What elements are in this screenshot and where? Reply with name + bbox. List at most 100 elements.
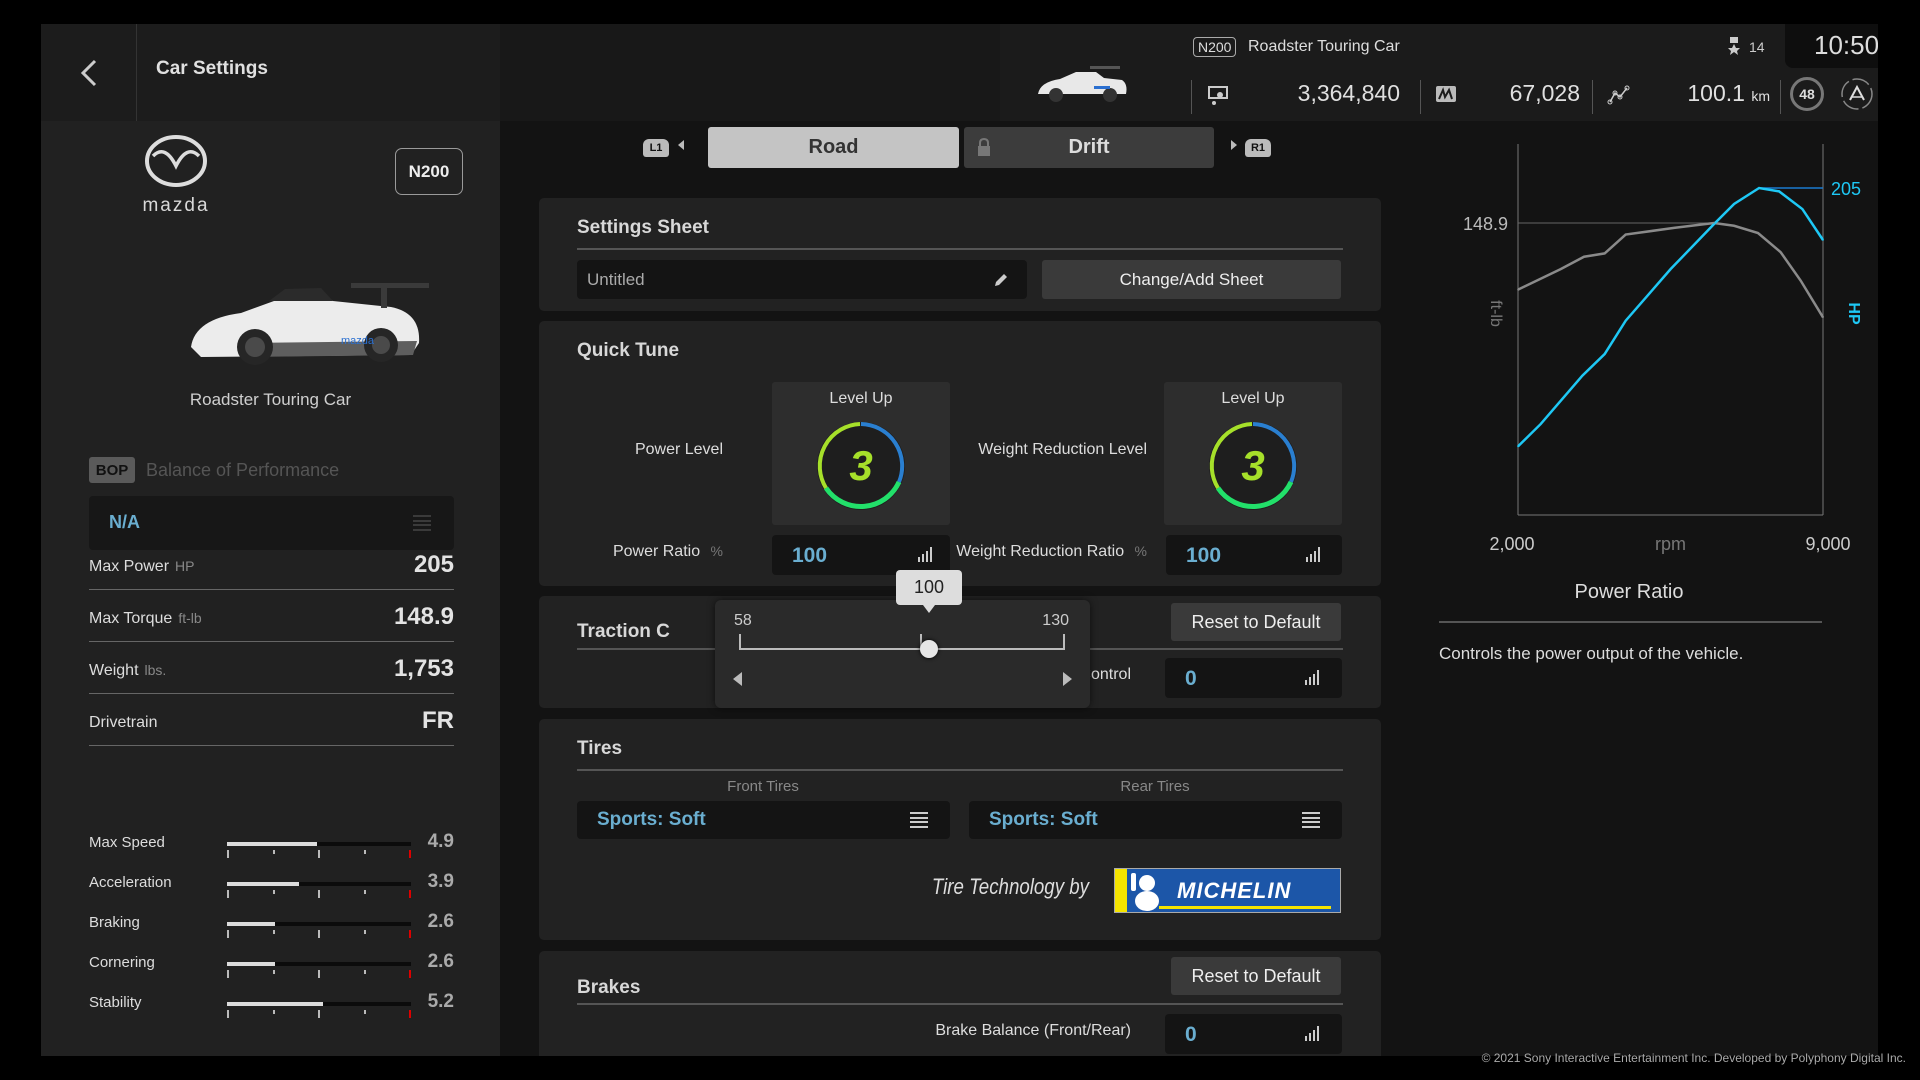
slider-min-label: 58	[734, 612, 752, 629]
distance-graph-icon	[1607, 85, 1630, 105]
performance-tick	[273, 970, 275, 974]
front-tires-dropdown[interactable]: Sports: Soft	[577, 801, 950, 839]
adjust-bars-icon	[1305, 670, 1319, 685]
spec-row: Max Torque ft-lb 148.9	[89, 590, 454, 642]
slider-decrease-icon[interactable]	[733, 672, 742, 686]
traction-reset-button[interactable]: Reset to Default	[1171, 603, 1341, 641]
tab-drift[interactable]: Drift	[964, 127, 1214, 168]
torque-point	[1583, 255, 1585, 258]
torque-point	[1559, 268, 1562, 270]
performance-bar	[227, 882, 411, 898]
x-axis-label: rpm	[1655, 534, 1686, 554]
l1-button-icon[interactable]: L1	[643, 139, 669, 157]
traction-control-input[interactable]: 0	[1165, 658, 1342, 698]
brake-balance-label: Brake Balance (Front/Rear)	[935, 1022, 1131, 1039]
performance-tick	[273, 890, 275, 894]
performance-bar	[227, 1002, 411, 1018]
hp-point	[1758, 187, 1760, 189]
performance-value: 3.9	[427, 871, 454, 892]
brakes-reset-button[interactable]: Reset to Default	[1171, 957, 1341, 995]
back-button[interactable]	[41, 24, 137, 121]
performance-tick	[273, 1010, 275, 1014]
performance-tick	[273, 850, 275, 854]
performance-value: 5.2	[427, 991, 454, 1012]
performance-tick	[318, 890, 320, 898]
performance-tick	[273, 930, 275, 934]
brake-balance-input[interactable]: 0	[1165, 1014, 1342, 1054]
car-name: Roadster Touring Car	[189, 390, 352, 409]
weight-ratio-value: 100	[1186, 544, 1222, 567]
brakes-panel: Brakes Reset to Default Brake Balance (F…	[539, 951, 1381, 1056]
power-level-value: 3	[849, 442, 872, 489]
divider	[1191, 80, 1192, 114]
slider-track[interactable]	[739, 648, 1065, 650]
weight-level-gauge: 3	[1209, 422, 1297, 510]
app-window: Car Settings N200 Roadster Touring Car 3…	[41, 24, 1878, 1056]
adjust-bars-icon	[918, 547, 932, 562]
performance-value: 2.6	[427, 911, 454, 932]
torque-point	[1673, 227, 1675, 229]
clock: 10:50	[1814, 30, 1878, 60]
hp-point	[1778, 190, 1780, 193]
chevron-left-icon	[80, 59, 96, 86]
rear-tires-dropdown[interactable]: Sports: Soft	[969, 801, 1342, 839]
slider-increase-icon[interactable]	[1063, 672, 1072, 686]
driver-rating-icon[interactable]	[1840, 77, 1874, 111]
weight-ratio-text: Weight Reduction Ratio	[956, 543, 1125, 560]
performance-label: Stability	[89, 994, 142, 1011]
hp-curve	[1517, 186, 1825, 448]
bop-value: N/A	[109, 512, 140, 532]
spec-label-text: Weight	[89, 662, 139, 679]
level-up-label: Level Up	[1221, 390, 1285, 407]
traction-control-value: 0	[1185, 667, 1197, 690]
svg-text:mazda: mazda	[341, 335, 375, 347]
logo-underline	[1159, 906, 1331, 909]
hp-point	[1669, 268, 1672, 270]
performance-bar-fill	[227, 842, 318, 846]
weight-ratio-input[interactable]: 100	[1166, 535, 1342, 575]
r1-button-icon[interactable]: R1	[1245, 139, 1271, 157]
performance-tick	[364, 890, 366, 894]
slider-min-tick	[739, 634, 741, 650]
edit-pencil-icon[interactable]	[992, 271, 1010, 289]
settings-sheet-panel: Settings Sheet Untitled Change/Add Sheet	[539, 198, 1381, 311]
slider-thumb[interactable]	[920, 640, 939, 658]
power-ratio-input[interactable]: 100	[772, 535, 950, 575]
hp-point	[1713, 223, 1715, 225]
power-level-label: Power Level	[634, 441, 723, 458]
hp-point	[1624, 319, 1627, 322]
performance-tick	[364, 970, 366, 974]
car-info-panel: mazda N200 mazda Roadster Touring Car BO…	[41, 121, 500, 1056]
adjust-bars-icon	[1306, 547, 1320, 562]
sponsor-text: Tire Technology by	[931, 874, 1089, 899]
performance-bar	[227, 962, 411, 978]
distance-unit: km	[1751, 88, 1770, 104]
change-add-sheet-button[interactable]: Change/Add Sheet	[1042, 260, 1341, 299]
sheet-name-input[interactable]: Untitled	[577, 260, 1027, 299]
michelin-logo: MICHELIN	[1114, 868, 1341, 913]
weight-level-label: Weight Reduction Level	[978, 441, 1147, 458]
hp-point	[1517, 445, 1519, 448]
spec-label: Weight lbs.	[89, 662, 166, 680]
performance-value: 4.9	[427, 831, 454, 852]
spec-value: 205	[413, 551, 454, 578]
x-tick-min: 2,000	[1489, 534, 1534, 554]
power-torque-chart: 148.9 205 2,000 9,000 rpm ft-lb HP	[1463, 144, 1862, 554]
weight-level-card[interactable]: Level Up 3	[1164, 382, 1342, 525]
power-ratio-value: 100	[792, 544, 828, 567]
adjust-bars-icon	[1305, 1026, 1319, 1041]
tab-road[interactable]: Road	[708, 127, 959, 168]
performance-label: Max Speed	[89, 834, 165, 851]
performance-tick	[227, 930, 229, 938]
performance-value: 2.6	[427, 951, 454, 972]
spec-label: Drivetrain	[89, 714, 163, 732]
power-level-card[interactable]: Level Up 3	[772, 382, 950, 525]
level-badge[interactable]: 48	[1790, 77, 1824, 111]
divider	[1420, 80, 1421, 114]
divider	[577, 248, 1343, 250]
power-ratio-text: Power Ratio	[612, 543, 701, 560]
performance-tick	[409, 890, 411, 898]
performance-label: Braking	[89, 914, 140, 931]
spec-value: 148.9	[393, 603, 454, 630]
performance-tick	[227, 850, 229, 858]
